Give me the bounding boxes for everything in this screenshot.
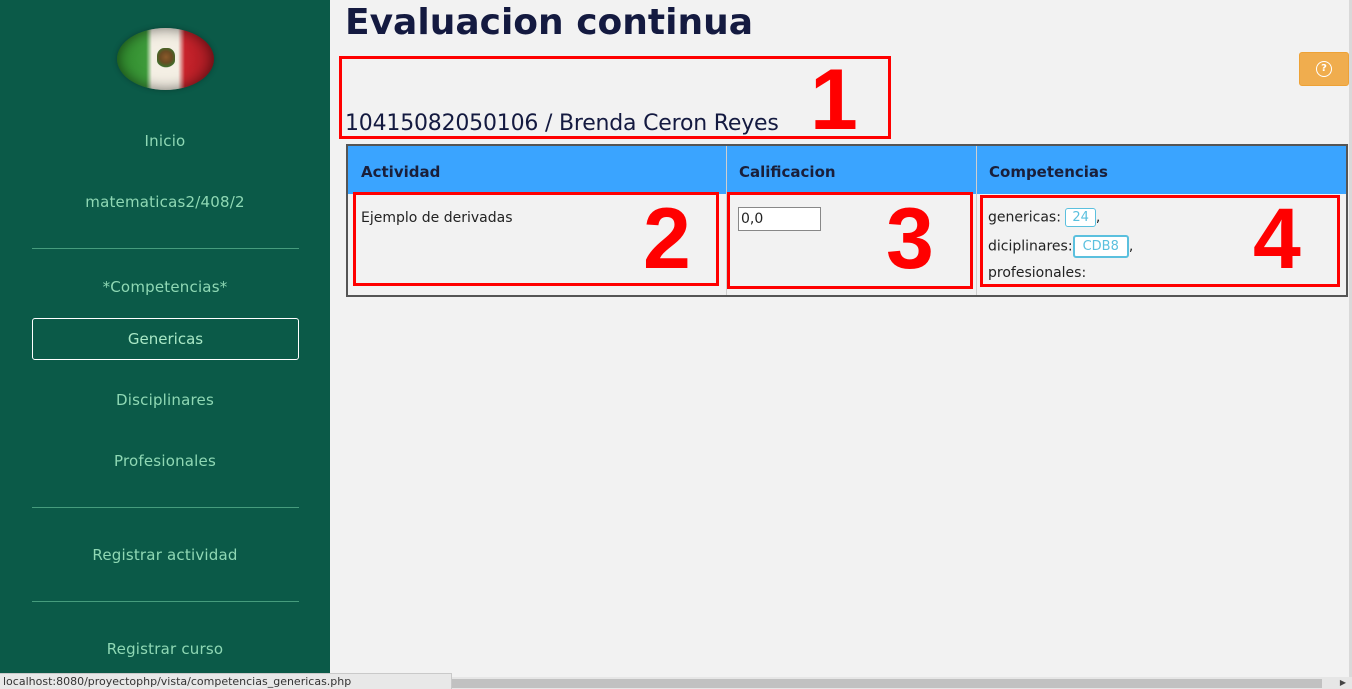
horizontal-scroll-thumb[interactable] bbox=[452, 679, 1322, 688]
nav-registrar-actividad[interactable]: Registrar actividad bbox=[0, 546, 330, 564]
annotation-number-1: 1 bbox=[810, 52, 858, 148]
annotation-number-4: 4 bbox=[1253, 191, 1301, 287]
nav-inicio[interactable]: Inicio bbox=[0, 132, 330, 150]
annotation-number-2: 2 bbox=[643, 191, 691, 287]
help-button[interactable]: ? bbox=[1299, 52, 1349, 86]
nav-divider bbox=[32, 601, 299, 602]
column-separator bbox=[976, 146, 977, 295]
annotation-box-1 bbox=[339, 56, 891, 139]
header-competencias: Competencias bbox=[976, 146, 1346, 194]
nav-genericas[interactable]: Genericas bbox=[32, 318, 299, 360]
sidebar: Inicio matematicas2/408/2 *Competencias*… bbox=[0, 0, 330, 689]
header-calificacion: Calificacion bbox=[726, 146, 976, 194]
question-circle-icon: ? bbox=[1316, 61, 1332, 77]
nav-registrar-curso[interactable]: Registrar curso bbox=[0, 640, 330, 658]
scroll-right-arrow-icon[interactable]: ▶ bbox=[1340, 678, 1346, 687]
nav-disciplinares[interactable]: Disciplinares bbox=[0, 391, 330, 409]
nav-profesionales[interactable]: Profesionales bbox=[0, 452, 330, 470]
flag-emblem-icon bbox=[157, 48, 175, 68]
header-actividad: Actividad bbox=[348, 146, 726, 194]
status-bar-url: localhost:8080/proyectophp/vista/compete… bbox=[0, 673, 452, 689]
horizontal-scrollbar[interactable]: ▶ bbox=[452, 677, 1352, 689]
nav-divider bbox=[32, 248, 299, 249]
annotation-box-3 bbox=[727, 192, 973, 289]
page-title: Evaluacion continua bbox=[345, 2, 753, 43]
nav-competencias-header: *Competencias* bbox=[102, 278, 228, 296]
nav-divider bbox=[32, 507, 299, 508]
annotation-number-3: 3 bbox=[886, 191, 934, 287]
mexican-flag-logo bbox=[117, 28, 214, 90]
nav-course[interactable]: matematicas2/408/2 bbox=[0, 193, 330, 211]
